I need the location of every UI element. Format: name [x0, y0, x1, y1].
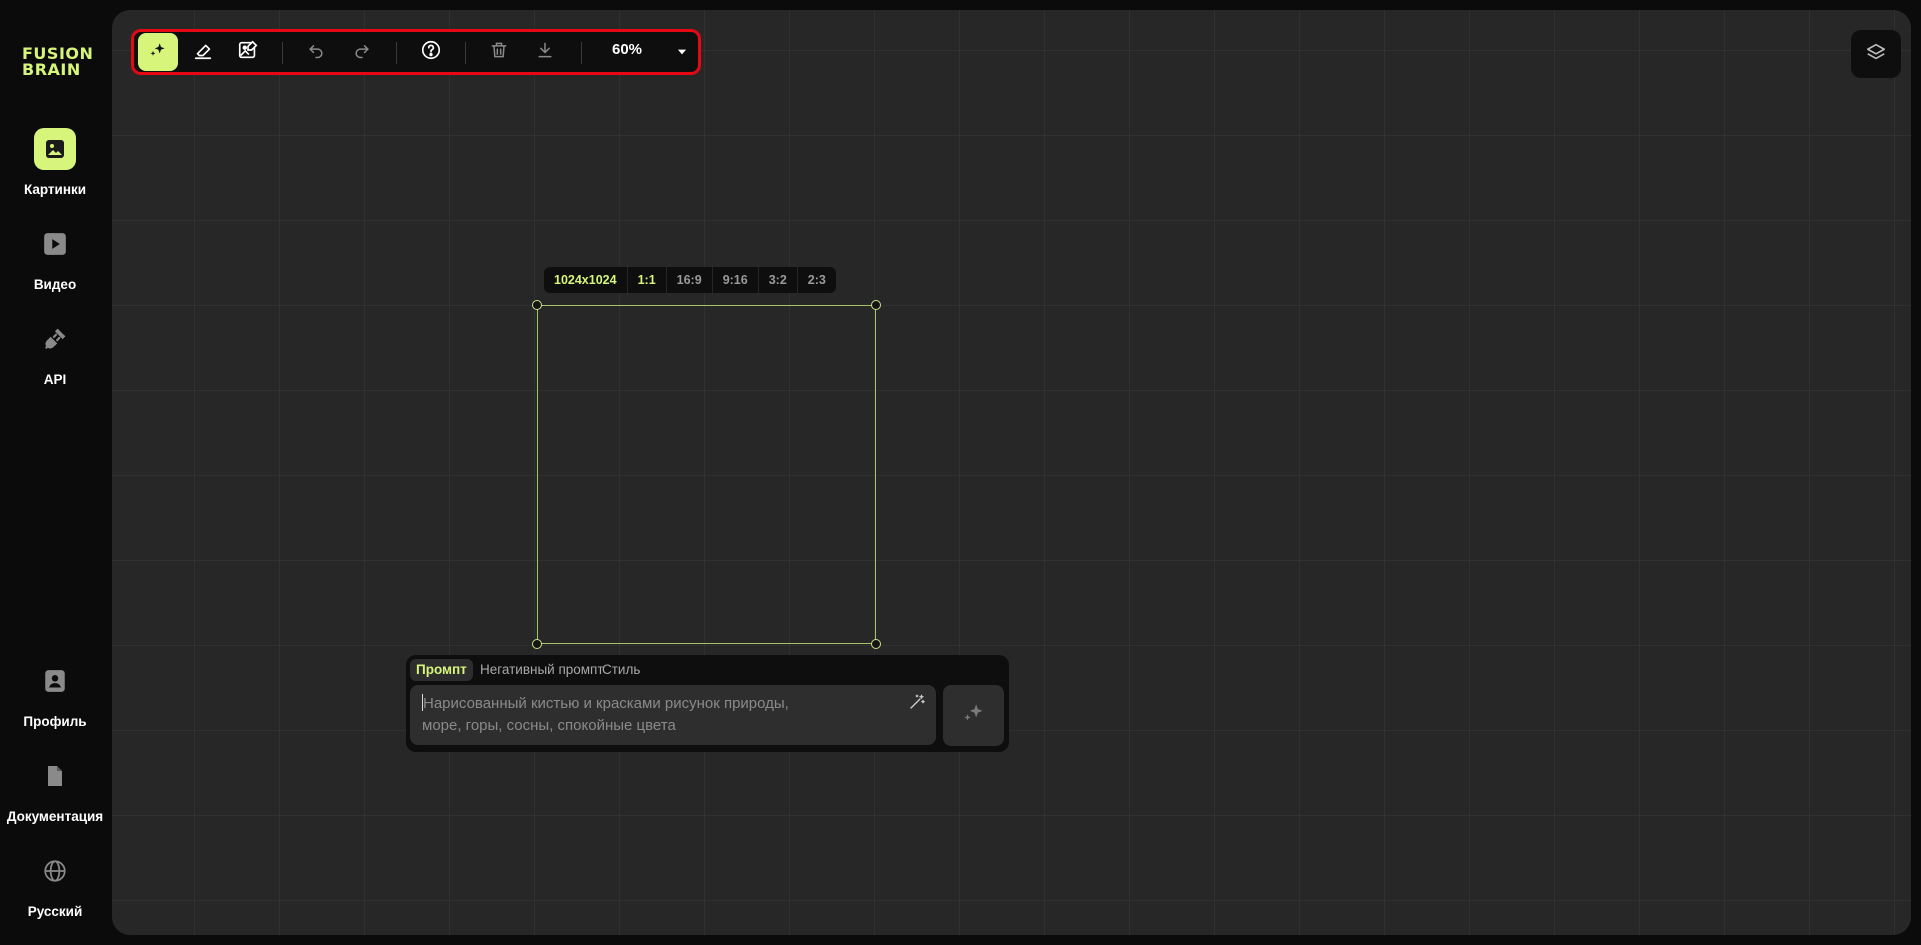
sidebar-item-api[interactable]: API: [0, 318, 110, 387]
eraser-tool-button[interactable]: [187, 36, 219, 68]
image-edit-tool-button[interactable]: [232, 36, 264, 68]
placeholder-text: Нарисованный кистью и красками рисунок п…: [423, 695, 789, 712]
prompt-placeholder-line-1: Нарисованный кистью и красками рисунок п…: [422, 693, 924, 715]
sparkle-icon: [961, 700, 987, 731]
sidebar-item-profile[interactable]: Профиль: [0, 660, 110, 729]
sparkle-icon: [148, 40, 168, 65]
zoom-level[interactable]: 60%: [612, 41, 642, 58]
resize-handle-bottom-right[interactable]: [871, 639, 881, 649]
toolbar: 60%: [131, 29, 701, 75]
ratio-option[interactable]: 9:16: [711, 267, 758, 293]
canvas-area[interactable]: 60% 1024x1024 1:1 16:9 9:16 3:2 2:3 Пром…: [112, 10, 1911, 935]
toolbar-divider: [465, 42, 466, 64]
sidebar-item-label: Документация: [6, 809, 104, 824]
sidebar-item-label: Русский: [27, 904, 83, 919]
tab-negative-prompt[interactable]: Негативный промпт: [474, 659, 610, 681]
prompt-input[interactable]: Нарисованный кистью и красками рисунок п…: [410, 685, 936, 745]
play-icon: [34, 223, 76, 265]
prompt-panel: Промпт Негативный промпт Стиль Нарисован…: [406, 655, 1009, 752]
sidebar-item-images[interactable]: Картинки: [0, 128, 110, 197]
ratio-option[interactable]: 16:9: [665, 267, 712, 293]
magic-wand-icon[interactable]: [908, 693, 926, 718]
plug-icon: [34, 318, 76, 360]
delete-button[interactable]: [483, 36, 515, 68]
resize-handle-top-right[interactable]: [871, 300, 881, 310]
tab-prompt[interactable]: Промпт: [410, 659, 473, 681]
logo-line-2: BRAIN: [22, 60, 81, 79]
eraser-icon: [192, 39, 214, 66]
undo-icon: [306, 40, 326, 65]
ratio-option[interactable]: 3:2: [757, 267, 797, 293]
redo-button[interactable]: [346, 36, 378, 68]
chevron-down-icon[interactable]: [675, 45, 689, 64]
toolbar-divider: [282, 42, 283, 64]
resize-handle-bottom-left[interactable]: [532, 639, 542, 649]
size-label[interactable]: 1024x1024: [544, 267, 627, 293]
ratio-option[interactable]: 2:3: [796, 267, 836, 293]
image-icon: [34, 128, 76, 170]
sidebar: FUSION BRAIN Картинки Видео API Профиль …: [0, 0, 110, 945]
resize-handle-top-left[interactable]: [532, 300, 542, 310]
globe-icon: [34, 850, 76, 892]
toolbar-divider: [581, 42, 582, 64]
generation-frame[interactable]: [537, 305, 876, 644]
download-button[interactable]: [529, 36, 561, 68]
tab-style[interactable]: Стиль: [596, 659, 646, 681]
ratio-option[interactable]: 1:1: [626, 267, 666, 293]
layers-button[interactable]: [1851, 30, 1901, 78]
document-icon: [34, 755, 76, 797]
sidebar-item-label: API: [43, 372, 67, 387]
redo-icon: [352, 40, 372, 65]
sidebar-item-label: Профиль: [23, 714, 87, 729]
download-icon: [535, 40, 555, 65]
toolbar-divider: [396, 42, 397, 64]
layers-icon: [1865, 41, 1887, 68]
image-edit-icon: [237, 39, 259, 66]
undo-button[interactable]: [300, 36, 332, 68]
trash-icon: [489, 40, 509, 65]
profile-icon: [34, 660, 76, 702]
help-button[interactable]: [415, 36, 447, 68]
help-icon: [420, 39, 442, 66]
size-selector: 1024x1024 1:1 16:9 9:16 3:2 2:3: [544, 267, 836, 293]
sidebar-item-language[interactable]: Русский: [0, 850, 110, 919]
sidebar-item-label: Видео: [33, 277, 77, 292]
generate-button[interactable]: [943, 685, 1004, 746]
sidebar-item-video[interactable]: Видео: [0, 223, 110, 292]
sidebar-item-label: Картинки: [23, 182, 87, 197]
sidebar-item-docs[interactable]: Документация: [0, 755, 110, 824]
generate-tool-button[interactable]: [138, 33, 178, 71]
logo[interactable]: FUSION BRAIN: [22, 46, 93, 78]
prompt-placeholder-line-2: море, горы, сосны, спокойные цвета: [422, 717, 676, 734]
